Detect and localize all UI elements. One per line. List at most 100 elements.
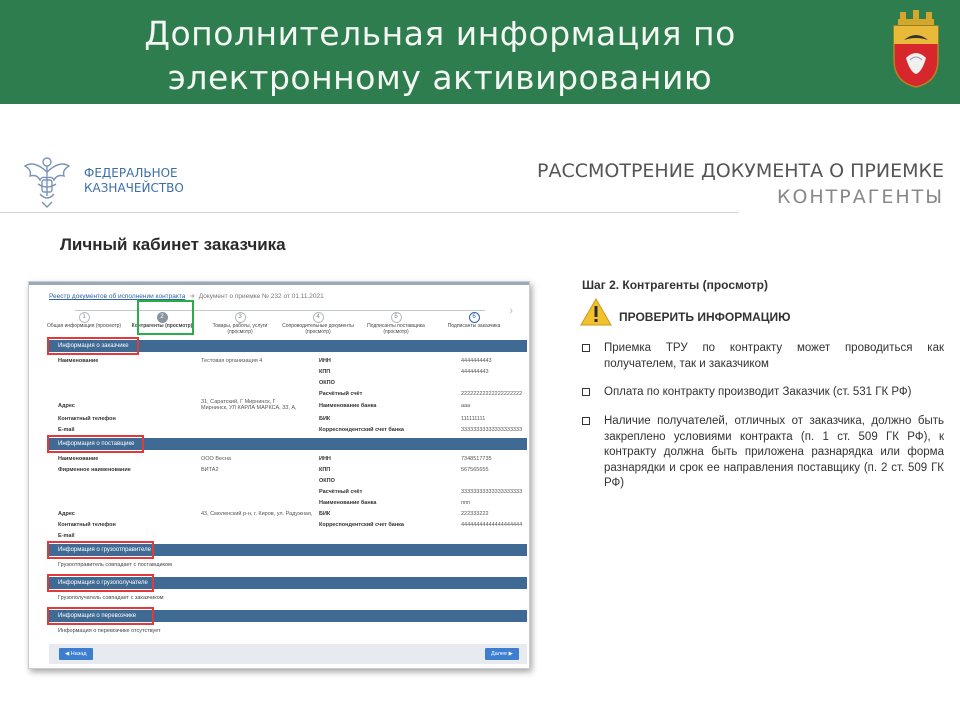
supplier-name-label: Наименование <box>58 456 99 462</box>
consignee-highlight-box <box>47 574 154 592</box>
customer-inn-value: 4444444443 <box>461 358 492 364</box>
shipper-highlight-box <box>47 541 154 559</box>
breadcrumb-arrow-icon: ➔ <box>189 293 195 300</box>
note-bullet-text: Приемка ТРУ по контракту может проводить… <box>604 342 944 370</box>
slide-title-line2: электронному активированию <box>167 58 713 97</box>
customer-email-label: E-mail <box>58 427 75 433</box>
step-number: 4 <box>312 312 324 323</box>
step-label: Сопроводительные документы (просмотр) <box>282 323 354 335</box>
customer-name-label: Наименование <box>58 358 99 364</box>
step-label: Подписанты заказчика <box>447 323 501 329</box>
treasury-brand: ФЕДЕРАЛЬНОЕ КАЗНАЧЕЙСТВО <box>84 166 184 196</box>
step-accompanying-docs[interactable]: 4 Сопроводительные документы (просмотр) <box>279 305 357 335</box>
customer-account-value: 22222222222222222222 <box>461 391 523 397</box>
note-bullet: Оплата по контракту производит Заказчик … <box>582 385 944 401</box>
customer-name-value: Тестовая организация 4 <box>201 358 263 364</box>
step-general-info[interactable]: 1 Общая информация (просмотр) <box>45 305 123 330</box>
supplier-corr-value: 44444444444444444444 <box>461 522 523 528</box>
supplier-kpp-label: КПП <box>319 467 331 473</box>
step-number: 3 <box>234 312 246 323</box>
customer-kpp-value: 444444443 <box>461 369 489 375</box>
footer-bar <box>49 644 527 664</box>
supplier-account-value: 33333333333333333333 <box>461 489 523 495</box>
treasury-eagle-logo-icon <box>23 157 71 208</box>
document-heading-line1: РАССМОТРЕНИЕ ДОКУМЕНТА О ПРИЕМКЕ <box>537 160 944 182</box>
screenshot-topbar <box>29 282 529 285</box>
next-button-label: Далее <box>491 651 508 657</box>
customer-account-label: Расчётный счёт <box>319 391 363 397</box>
customer-phone-label: Контактный телефон <box>58 416 116 422</box>
supplier-bank-value: ппп <box>461 500 470 506</box>
supplier-okpo-label: ОКПО <box>319 478 335 484</box>
step-label: Товары, работы, услуги (просмотр) <box>212 323 268 335</box>
divider <box>0 212 738 213</box>
treasury-brand-line1: ФЕДЕРАЛЬНОЕ <box>84 166 178 180</box>
customer-address-label: Адрес <box>58 403 75 409</box>
slide-title-line1: Дополнительная информация по <box>144 14 736 53</box>
supplier-highlight-box <box>47 435 144 453</box>
step2-highlight-box <box>137 300 194 335</box>
back-button-label: Назад <box>70 651 87 657</box>
bullet-square-icon <box>582 344 590 352</box>
supplier-inn-value: 7348517735 <box>461 456 492 462</box>
customer-address-value: 31, Саратский, Г Мирнинск, Г Мирнинск, У… <box>201 399 297 411</box>
supplier-account-label: Расчётный счёт <box>319 489 363 495</box>
supplier-kpp-value: 567565655 <box>461 467 489 473</box>
supplier-address-label: Адрес <box>58 511 75 517</box>
step-label: Подписанты поставщика (просмотр) <box>367 323 425 335</box>
supplier-phone-label: Контактный телефон <box>58 522 116 528</box>
note-bullet-text: Наличие получателей, отличных от заказчи… <box>604 415 944 489</box>
bullet-square-icon <box>582 417 590 425</box>
supplier-bik-label: БИК <box>319 511 331 517</box>
supplier-inn-label: ИНН <box>319 456 331 462</box>
title-banner: Дополнительная информация по электронном… <box>0 0 960 104</box>
step-supplier-signers[interactable]: 5 Подписанты поставщика (просмотр) <box>357 305 435 335</box>
back-button[interactable]: ◀ Назад <box>59 648 93 660</box>
customer-highlight-box <box>47 337 139 355</box>
customer-corr-value: 33333333333333333333 <box>461 427 523 433</box>
supplier-name-value: ООО Весна <box>201 456 231 462</box>
check-info-title: ПРОВЕРИТЬ ИНФОРМАЦИЮ <box>619 310 791 324</box>
customer-bank-value: ааа <box>461 403 471 409</box>
supplier-bik-value: 222333222 <box>461 511 489 517</box>
shipper-text: Грузоотправитель совпадает с поставщиком <box>58 562 172 568</box>
slide-title: Дополнительная информация по электронном… <box>0 12 880 100</box>
steps-next-arrow-icon[interactable]: › <box>509 305 513 317</box>
step-number: 5 <box>390 312 402 323</box>
treasury-brand-line2: КАЗНАЧЕЙСТВО <box>84 181 184 195</box>
document-heading-line2: КОНТРАГЕНТЫ <box>776 186 944 208</box>
step-label: Общая информация (просмотр) <box>46 323 122 329</box>
supplier-address-value: 43, Смоленский р-н, г. Киров, ул. Радужн… <box>201 511 313 517</box>
supplier-bank-label: Наименование банка <box>319 500 377 506</box>
carrier-text: Информация о перевозчике отсутствует <box>58 628 161 634</box>
consignee-text: Грузополучатель совпадает с заказчиком <box>58 595 164 601</box>
customer-bank-label: Наименование банка <box>319 403 377 409</box>
supplier-corr-label: Корреспондентский счет банка <box>319 522 404 528</box>
cabinet-title: Личный кабинет заказчика <box>60 235 286 254</box>
step-goods-works-services[interactable]: 3 Товары, работы, услуги (просмотр) <box>201 305 279 335</box>
supplier-brand-value: ВИТА2 <box>201 467 219 473</box>
document-heading: РАССМОТРЕНИЕ ДОКУМЕНТА О ПРИЕМКЕ КОНТРАГ… <box>537 158 944 210</box>
cabinet-screenshot: Реестр документов об исполнении контракт… <box>28 281 530 669</box>
step-number: 1 <box>78 312 90 323</box>
note-bullet: Приемка ТРУ по контракту может проводить… <box>582 341 944 372</box>
customer-corr-label: Корреспондентский счет банка <box>319 427 404 433</box>
note-bullet-text: Оплата по контракту производит Заказчик … <box>604 386 912 398</box>
customer-okpo-label: ОКПО <box>319 380 335 386</box>
breadcrumb: Реестр документов об исполнении контракт… <box>49 292 324 300</box>
next-arrow-icon: ▶ <box>507 651 513 657</box>
breadcrumb-registry-link[interactable]: Реестр документов об исполнении контракт… <box>49 293 185 300</box>
next-button[interactable]: Далее ▶ <box>485 648 519 660</box>
bullet-square-icon <box>582 388 590 396</box>
step-title: Шаг 2. Контрагенты (просмотр) <box>582 278 768 292</box>
customer-inn-label: ИНН <box>319 358 331 364</box>
supplier-email-label: E-mail <box>58 533 75 539</box>
step-number: 6 <box>468 312 480 323</box>
step-customer-signers[interactable]: 6 Подписанты заказчика <box>435 305 513 330</box>
wizard-steps: 1 Общая информация (просмотр) 2 Контраге… <box>45 305 515 335</box>
customer-kpp-label: КПП <box>319 369 331 375</box>
coat-of-arms-icon <box>893 10 939 88</box>
customer-bik-value: 111111111 <box>461 416 486 422</box>
breadcrumb-current: Документ о приемке № 232 от 01.11.2021 <box>198 293 324 300</box>
note-bullet: Наличие получателей, отличных от заказчи… <box>582 414 944 492</box>
